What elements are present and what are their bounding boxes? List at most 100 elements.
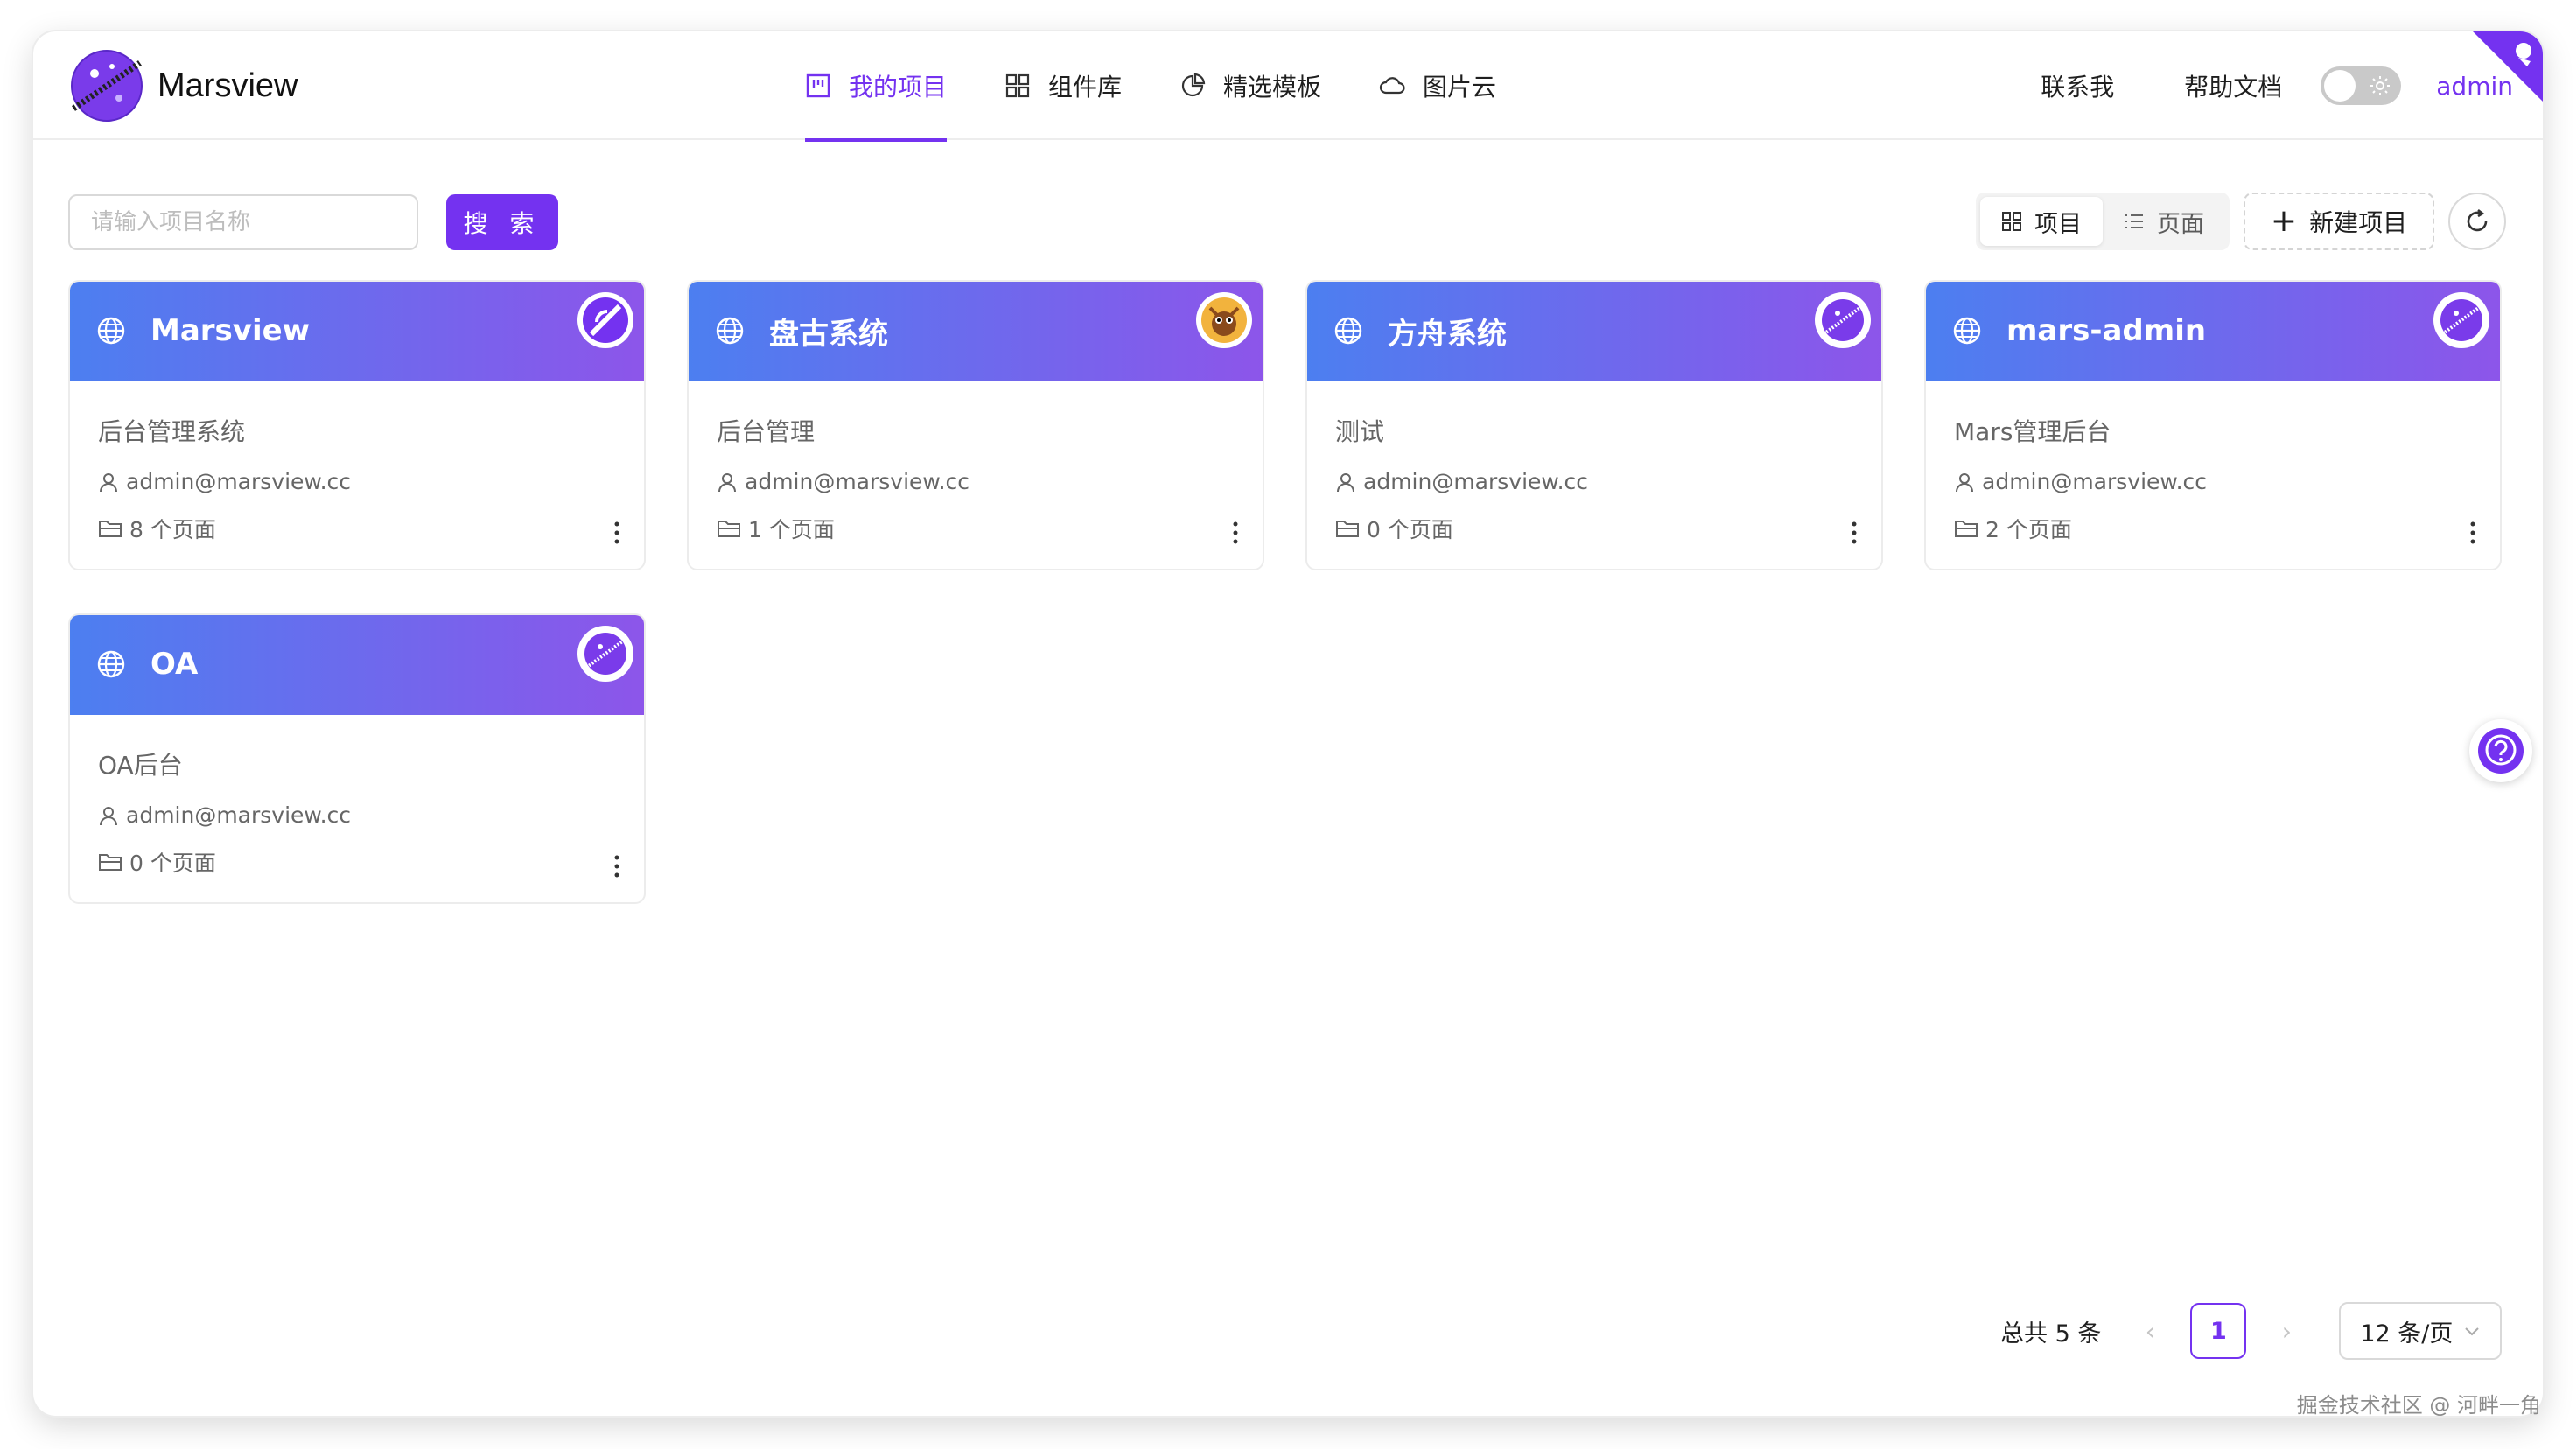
project-card[interactable]: 盘古系统后台管理 admin@marsview.cc 1 个页面: [687, 280, 1264, 570]
grid-apps-icon: [2002, 212, 2021, 231]
view-project-label: 项目: [2034, 210, 2082, 238]
project-owner: admin@marsview.cc: [1335, 469, 1588, 494]
chevron-left-icon[interactable]: ‹: [2132, 1313, 2167, 1348]
search-button[interactable]: 搜 索: [446, 194, 558, 250]
project-description: 测试: [1335, 417, 1385, 446]
page-count: 0 个页面: [1367, 517, 1453, 542]
watermark: 掘金技术社区 @ 河畔一角: [2296, 1393, 2541, 1418]
chevron-down-icon: [2465, 1327, 2480, 1336]
project-page-count: 2 个页面: [1954, 513, 2072, 544]
header-right: 联系我 帮助文档 admin: [2040, 32, 2513, 140]
project-page-count: 0 个页面: [1335, 513, 1453, 544]
more-vertical-icon[interactable]: [612, 853, 621, 879]
page-count: 1 个页面: [748, 517, 835, 542]
contact-link[interactable]: 联系我: [2040, 68, 2114, 103]
more-vertical-icon[interactable]: [612, 520, 621, 546]
card-header: 方舟系统: [1307, 282, 1881, 382]
project-description: 后台管理: [717, 417, 816, 446]
project-owner: admin@marsview.cc: [98, 469, 351, 494]
plus-icon: +: [2270, 203, 2298, 239]
nav-label: 组件库: [1048, 73, 1123, 102]
project-description: 后台管理系统: [98, 417, 246, 446]
project-page-count: 8 个页面: [98, 513, 216, 544]
project-title: Marsview: [150, 313, 311, 348]
pagination: 总共 5 条 ‹ 1 › 12 条/页: [2000, 1302, 2502, 1360]
owner-email: admin@marsview.cc: [1363, 469, 1589, 494]
top-header: Marsview 我的项目 组件库 精选模板 图片云 联系我 帮助文档 admi…: [33, 32, 2543, 142]
user-icon: [1956, 472, 1973, 492]
globe-icon: [97, 317, 125, 345]
project-owner: admin@marsview.cc: [98, 802, 351, 828]
page-number-current[interactable]: 1: [2190, 1303, 2247, 1359]
nav-image-cloud[interactable]: 图片云: [1379, 32, 1496, 140]
globe-icon: [1334, 317, 1362, 345]
pie-chart-icon: [1181, 73, 1206, 97]
new-project-label: 新建项目: [2309, 208, 2408, 237]
page-size-value: 12 条/页: [2360, 1320, 2454, 1348]
folder-icon: [1955, 521, 1978, 537]
chevron-right-icon[interactable]: ›: [2269, 1313, 2304, 1348]
card-header: mars-admin: [1926, 282, 2500, 382]
nav-my-projects[interactable]: 我的项目: [805, 32, 948, 142]
page-count: 2 个页面: [1985, 517, 2072, 542]
project-card[interactable]: OA OA后台 admin@marsview.cc 0 个页面: [68, 613, 646, 904]
globe-icon: [97, 650, 125, 678]
more-vertical-icon[interactable]: [1850, 520, 1858, 546]
nav-components[interactable]: 组件库: [1004, 32, 1122, 140]
folder-icon: [1336, 521, 1359, 537]
owner-email: admin@marsview.cc: [126, 802, 352, 828]
total-count: 总共 5 条: [2000, 1320, 2102, 1348]
folder-icon: [99, 854, 122, 871]
view-switcher: 项目 页面: [1976, 192, 2230, 250]
project-owner: admin@marsview.cc: [717, 469, 970, 494]
view-project-tab[interactable]: 项目: [1980, 197, 2103, 246]
project-card[interactable]: mars-admin Mars管理后台 admin@marsview.cc 2 个页面: [1924, 280, 2502, 570]
planet-logo-icon: [578, 626, 634, 682]
project-description: OA后台: [98, 751, 183, 780]
planet-logo-icon: [1815, 292, 1871, 348]
theme-toggle[interactable]: [2320, 66, 2402, 105]
cartoon-avatar-icon: [1196, 292, 1252, 348]
user-icon: [100, 806, 117, 825]
planet-logo-icon: [68, 47, 145, 124]
help-docs-link[interactable]: 帮助文档: [2184, 68, 2282, 103]
marsview-logo-icon: [578, 292, 634, 348]
nav-label: 精选模板: [1223, 73, 1322, 102]
project-board-icon: [806, 74, 830, 98]
nav-templates[interactable]: 精选模板: [1180, 32, 1321, 140]
app-logo[interactable]: Marsview: [68, 47, 298, 124]
project-card[interactable]: 方舟系统测试 admin@marsview.cc 0 个页面: [1306, 280, 1883, 570]
page-count: 0 个页面: [130, 850, 216, 876]
user-icon: [718, 472, 736, 492]
app-name: Marsview: [158, 66, 298, 104]
owner-email: admin@marsview.cc: [745, 469, 970, 494]
card-header: OA: [70, 615, 644, 715]
help-button[interactable]: [2469, 719, 2532, 782]
project-description: Mars管理后台: [1954, 417, 2111, 446]
project-title: 方舟系统: [1388, 316, 1507, 352]
card-header: Marsview: [70, 282, 644, 382]
github-corner-icon[interactable]: [2473, 32, 2543, 102]
more-vertical-icon[interactable]: [1231, 520, 1240, 546]
folder-icon: [99, 521, 122, 537]
card-header: 盘古系统: [689, 282, 1263, 382]
planet-logo-icon: [2433, 292, 2489, 348]
main-nav: 我的项目 组件库 精选模板 图片云: [805, 32, 1554, 142]
search-input[interactable]: [68, 194, 418, 250]
sun-icon: [2370, 76, 2390, 95]
refresh-button[interactable]: [2448, 192, 2506, 250]
owner-email: admin@marsview.cc: [126, 469, 352, 494]
page-size-select[interactable]: 12 条/页: [2339, 1302, 2502, 1360]
question-bubble-icon: [2478, 728, 2524, 774]
user-icon: [1337, 472, 1354, 492]
grid-apps-icon: [1005, 74, 1030, 98]
cloud-icon: [1379, 77, 1405, 94]
user-icon: [100, 472, 117, 492]
project-page-count: 1 个页面: [717, 513, 835, 544]
project-card[interactable]: Marsview 后台管理系统 admin@marsview.cc 8 个页面: [68, 280, 646, 570]
new-project-button[interactable]: + 新建项目: [2244, 192, 2434, 250]
view-page-tab[interactable]: 页面: [2103, 197, 2225, 246]
more-vertical-icon[interactable]: [2468, 520, 2477, 546]
refresh-icon: [2467, 208, 2488, 232]
toggle-knob: [2324, 70, 2356, 102]
